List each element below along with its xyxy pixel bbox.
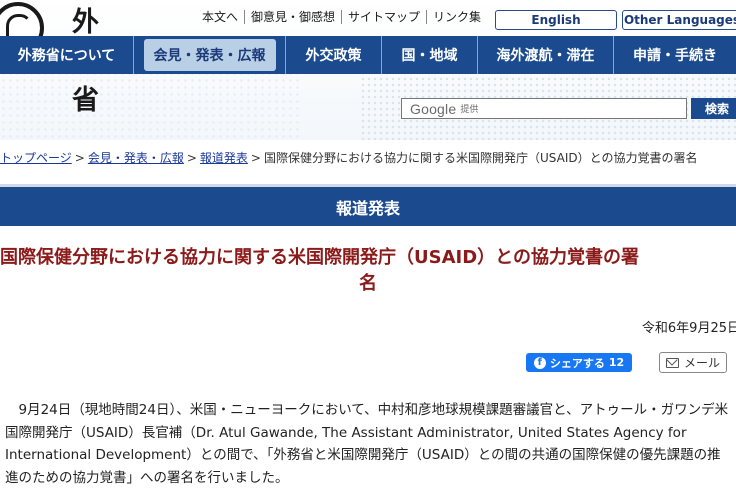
breadcrumb-press[interactable]: 会見・発表・広報 bbox=[88, 151, 184, 165]
nav-item-about[interactable]: 外務省について bbox=[0, 36, 134, 74]
other-languages-button[interactable]: Other Languages bbox=[622, 10, 736, 30]
nav-item-regions[interactable]: 国・地域 bbox=[382, 36, 478, 74]
google-brand: Google bbox=[410, 100, 457, 117]
main-nav: 外務省について 会見・発表・広報 外交政策 国・地域 海外渡航・滞在 申請・手続… bbox=[0, 36, 736, 74]
search-input[interactable]: Google 提供 bbox=[401, 98, 687, 119]
publish-date: 令和6年9月25日 bbox=[641, 321, 736, 336]
breadcrumb-separator: > bbox=[74, 151, 85, 165]
mail-share-label: メール bbox=[683, 356, 720, 370]
nav-item-label: 外務省について bbox=[17, 48, 116, 64]
nav-item-policy[interactable]: 外交政策 bbox=[286, 36, 382, 74]
facebook-share-count: 12 bbox=[608, 356, 625, 369]
breadcrumb-separator: > bbox=[186, 151, 197, 165]
article-body: 9月24日（現地時間24日）、米国・ニューヨークにおいて、中村和彦地球規模課題審… bbox=[5, 399, 731, 489]
breadcrumb-press-release[interactable]: 報道発表 bbox=[200, 151, 248, 165]
util-link-sitemap[interactable]: サイトマップ bbox=[341, 10, 426, 24]
mail-icon bbox=[665, 357, 679, 368]
facebook-share-button[interactable]: f シェアする 12 bbox=[526, 353, 632, 372]
search-button[interactable]: 検索 bbox=[691, 98, 736, 119]
util-link-feedback[interactable]: 御意見・御感想 bbox=[244, 10, 341, 24]
breadcrumb-separator: > bbox=[250, 151, 261, 165]
section-banner: 報道発表 bbox=[0, 184, 736, 226]
nav-item-label: 海外渡航・滞在 bbox=[496, 48, 595, 64]
article-paragraph: 9月24日（現地時間24日）、米国・ニューヨークにおいて、中村和彦地球規模課題審… bbox=[5, 402, 729, 486]
page-title-line1: 国際保健分野における協力に関する米国際開発庁（USAID）との協力覚書の署 bbox=[0, 247, 639, 268]
world-map-pattern-left bbox=[0, 70, 300, 140]
mail-share-button[interactable]: メール bbox=[659, 352, 727, 373]
facebook-icon: f bbox=[533, 356, 546, 369]
facebook-share-label: シェアする bbox=[549, 356, 605, 370]
nav-item-press[interactable]: 会見・発表・広報 bbox=[134, 36, 286, 74]
breadcrumb-top[interactable]: トップページ bbox=[0, 151, 72, 165]
english-button[interactable]: English bbox=[495, 10, 617, 30]
nav-item-label: 会見・発表・広報 bbox=[143, 39, 276, 71]
util-link-links[interactable]: リンク集 bbox=[426, 10, 487, 24]
nav-item-procedures[interactable]: 申請・手続き bbox=[614, 36, 736, 74]
google-brand-sub: 提供 bbox=[460, 105, 479, 115]
utility-links: 本文へ 御意見・御感想 サイトマップ リンク集 bbox=[196, 10, 487, 24]
nav-item-label: 国・地域 bbox=[401, 48, 458, 64]
nav-item-label: 外交政策 bbox=[305, 48, 362, 64]
breadcrumb: トップページ > 会見・発表・広報 > 報道発表 > 国際保健分野における協力に関する米国際… bbox=[0, 149, 697, 166]
page-title: 国際保健分野における協力に関する米国際開発庁（USAID）との協力覚書の署 名 bbox=[0, 245, 736, 297]
breadcrumb-current: 国際保健分野における協力に関する米国際開発庁（USAID）との協力覚書の署名 bbox=[263, 151, 698, 165]
util-link-skip-to-content[interactable]: 本文へ bbox=[196, 10, 244, 24]
page-title-line2: 名 bbox=[359, 273, 377, 294]
nav-item-label: 申請・手続き bbox=[633, 48, 717, 64]
nav-item-travel[interactable]: 海外渡航・滞在 bbox=[478, 36, 614, 74]
